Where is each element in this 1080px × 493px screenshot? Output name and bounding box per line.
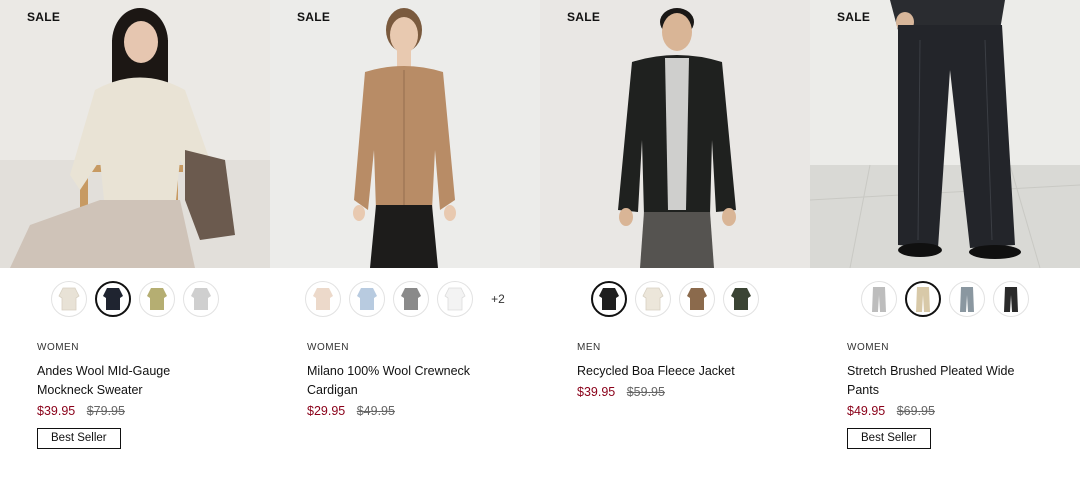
product-name-line[interactable]: Mockneck Sweater [37,381,233,400]
color-swatches [0,268,270,328]
product-image[interactable]: SALE [0,0,270,268]
color-swatch[interactable] [723,281,759,317]
original-price: $69.95 [896,404,935,418]
product-gender: MEN [577,342,601,353]
best-seller-badge: Best Seller [37,428,121,449]
sale-price: $49.95 [847,404,886,418]
product-gender: WOMEN [847,342,889,353]
product-name[interactable]: Milano 100% Wool Crewneck Cardigan [307,362,503,400]
product-name-line[interactable]: Cardigan [307,381,503,400]
price-row: $29.95 $49.95 [307,404,503,418]
sale-price: $29.95 [307,404,346,418]
product-card[interactable]: SALE WOMEN Stretch Brushed Pleated Wide … [810,0,1080,493]
sale-price: $39.95 [577,385,616,399]
product-name[interactable]: Recycled Boa Fleece Jacket [577,362,773,381]
product-image[interactable]: SALE [810,0,1080,268]
product-name-line[interactable]: Milano 100% Wool Crewneck [307,362,503,381]
color-swatch[interactable] [861,281,897,317]
product-gender: WOMEN [37,342,79,353]
sale-label: SALE [297,10,331,24]
product-name[interactable]: Stretch Brushed Pleated Wide Pants [847,362,1043,400]
product-card[interactable]: SALE MEN Recycled Boa Fleece Jacket $39.… [540,0,810,493]
color-swatch[interactable] [635,281,671,317]
original-price: $59.95 [626,385,665,399]
color-swatch-selected[interactable] [905,281,941,317]
product-image[interactable]: SALE [540,0,810,268]
product-gender: WOMEN [307,342,349,353]
color-swatches: +2 [270,268,540,328]
product-card[interactable]: SALE +2 WOMEN Milano 100% Wool Crewneck … [270,0,540,493]
color-swatch[interactable] [679,281,715,317]
color-swatches [810,268,1080,328]
product-name-line[interactable]: Andes Wool MId-Gauge [37,362,233,381]
color-swatch-selected[interactable] [95,281,131,317]
color-swatch[interactable] [349,281,386,317]
sale-label: SALE [567,10,601,24]
product-name-line[interactable]: Recycled Boa Fleece Jacket [577,362,773,381]
color-swatch[interactable] [51,281,87,317]
product-image[interactable]: SALE [270,0,540,268]
sale-price: $39.95 [37,404,76,418]
color-swatch-selected[interactable] [591,281,627,317]
price-row: $39.95 $79.95 [37,404,233,418]
original-price: $79.95 [86,404,125,418]
color-swatch[interactable] [139,281,175,317]
color-swatch[interactable] [949,281,985,317]
color-swatch[interactable] [305,281,342,317]
more-colors-count[interactable]: +2 [491,292,505,306]
color-swatch[interactable] [393,281,430,317]
best-seller-badge: Best Seller [847,428,931,449]
product-name-line[interactable]: Pants [847,381,1043,400]
color-swatch[interactable] [993,281,1029,317]
price-row: $39.95 $59.95 [577,385,773,399]
product-card[interactable]: SALE WOMEN Andes Wool MId-Gauge Mockneck… [0,0,270,493]
color-swatches [540,268,810,328]
color-swatch[interactable] [183,281,219,317]
color-swatch[interactable] [437,281,474,317]
sale-label: SALE [27,10,61,24]
product-name[interactable]: Andes Wool MId-Gauge Mockneck Sweater [37,362,233,400]
price-row: $49.95 $69.95 [847,404,1043,418]
original-price: $49.95 [356,404,395,418]
sale-label: SALE [837,10,871,24]
product-name-line[interactable]: Stretch Brushed Pleated Wide [847,362,1043,381]
